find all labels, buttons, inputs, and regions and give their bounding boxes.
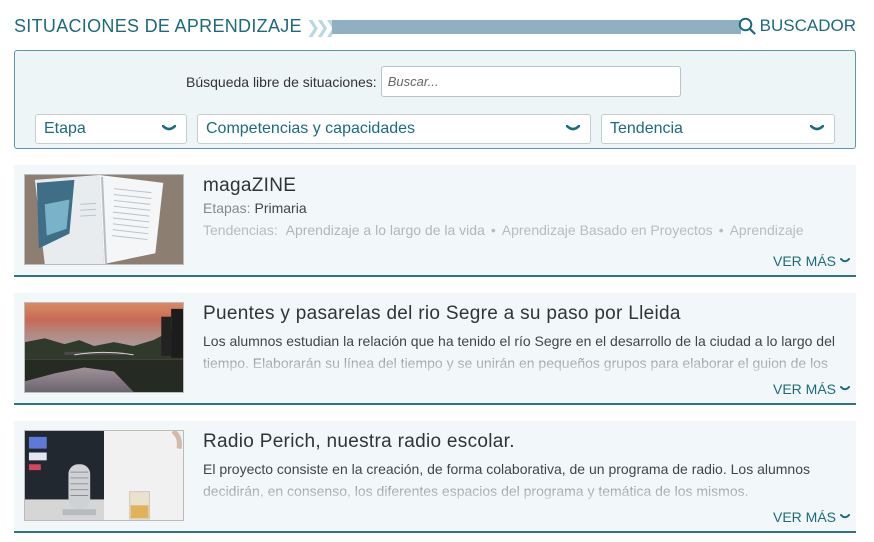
- tendencia-tag: Aprendizaje Basado en Proyectos: [501, 222, 713, 238]
- situation-card: magaZINE Etapas: Primaria Tendencias: Apr…: [14, 165, 856, 277]
- etapa-select[interactable]: Etapa: [35, 114, 187, 144]
- tendencia-select[interactable]: Tendencia: [601, 114, 835, 144]
- ver-mas-button[interactable]: VER MÁS: [773, 509, 850, 525]
- etapas-line: Etapas: Primaria: [203, 200, 307, 216]
- search-panel: Búsqueda libre de situaciones: Etapa Com…: [14, 50, 856, 149]
- free-search-input[interactable]: [380, 66, 681, 97]
- description-fade: [203, 352, 845, 374]
- decorative-arrows-icon: ❯❯❯: [306, 18, 339, 37]
- chevron-down-icon: [840, 514, 850, 519]
- tendencia-tag: Aprendizaje a lo largo de la vida: [285, 222, 485, 238]
- card-thumbnail[interactable]: [24, 302, 184, 393]
- tendencias-label: Tendencias:: [203, 222, 278, 238]
- card-title[interactable]: Radio Perich, nuestra radio escolar.: [203, 431, 515, 453]
- chevron-down-icon: [162, 125, 176, 131]
- chevron-down-icon: [840, 258, 850, 263]
- etapas-label: Etapas:: [203, 200, 251, 216]
- ver-mas-label: VER MÁS: [772, 253, 836, 269]
- situation-card: Puentes y pasarelas del rio Segre a su p…: [14, 293, 856, 405]
- competencias-select-label: Competencias y capacidades: [206, 120, 416, 137]
- etapas-value: Primaria: [254, 200, 307, 216]
- card-thumbnail[interactable]: [24, 430, 184, 521]
- chevron-down-icon: [566, 125, 580, 131]
- card-title[interactable]: magaZINE: [203, 175, 296, 197]
- chevron-down-icon: [810, 125, 824, 131]
- free-search-row: Búsqueda libre de situaciones:: [186, 66, 681, 97]
- situation-card: Radio Perich, nuestra radio escolar. El …: [14, 421, 856, 533]
- description-fade: [203, 480, 845, 502]
- decorative-bar: [332, 20, 741, 34]
- free-search-label: Búsqueda libre de situaciones:: [186, 73, 377, 90]
- tendencia-select-label: Tendencia: [610, 120, 683, 137]
- competencias-select[interactable]: Competencias y capacidades: [197, 114, 591, 144]
- card-thumbnail[interactable]: [24, 174, 184, 265]
- finder-button[interactable]: BUSCADOR: [738, 16, 856, 36]
- tendencia-tag: Aprendizaje: [729, 222, 804, 238]
- finder-label: BUSCADOR: [759, 16, 856, 35]
- search-icon: [738, 17, 756, 35]
- ver-mas-label: VER MÁS: [772, 381, 836, 397]
- ver-mas-button[interactable]: VER MÁS: [773, 253, 850, 269]
- ver-mas-button[interactable]: VER MÁS: [773, 381, 850, 397]
- ver-mas-label: VER MÁS: [772, 509, 836, 525]
- page-header: SITUACIONES DE APRENDIZAJE ❯❯❯ BUSCADOR: [14, 16, 856, 40]
- etapa-select-label: Etapa: [44, 120, 86, 137]
- card-title[interactable]: Puentes y pasarelas del rio Segre a su p…: [203, 303, 681, 325]
- chevron-down-icon: [840, 386, 850, 391]
- page-title: SITUACIONES DE APRENDIZAJE: [14, 16, 302, 36]
- tendencias-line: Tendencias: Aprendizaje a lo largo de la…: [203, 222, 804, 238]
